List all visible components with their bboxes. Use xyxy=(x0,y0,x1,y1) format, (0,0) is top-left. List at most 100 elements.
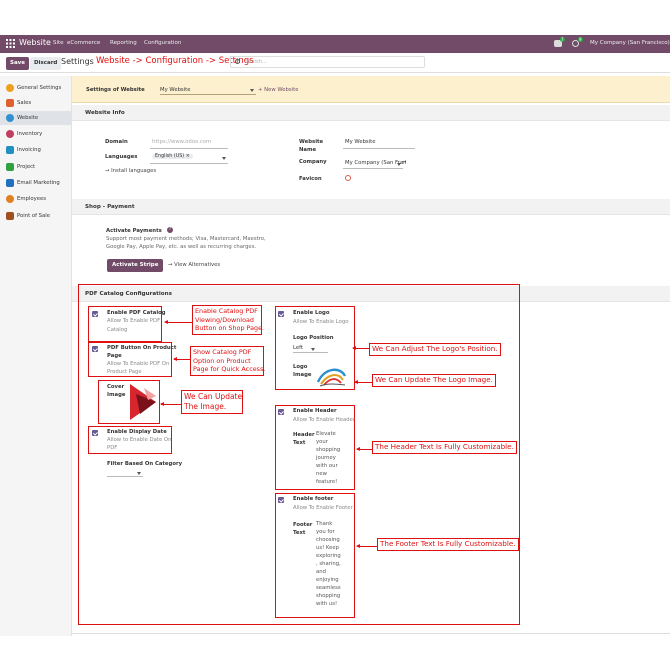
website-selector-label: Settings of Website xyxy=(86,87,145,93)
website-select-value: My Website xyxy=(160,87,191,93)
enable-logo-label: Enable Logo xyxy=(293,310,330,316)
annotation-logo-image: We Can Update The Logo Image. xyxy=(372,374,496,387)
website-name-input[interactable]: My Website xyxy=(345,139,376,145)
sidebar-item-sales[interactable]: Sales xyxy=(0,96,72,110)
control-panel: Save Discard Settings Website -> Configu… xyxy=(0,53,670,73)
help-icon[interactable]: ? xyxy=(167,227,173,233)
install-languages-link[interactable]: → Install languages xyxy=(105,168,156,174)
logo-image-thumbnail[interactable] xyxy=(314,362,348,388)
page-bottom-divider xyxy=(72,633,670,634)
enable-footer-checkbox[interactable] xyxy=(278,497,284,503)
company-external-link-icon[interactable]: → xyxy=(402,159,406,165)
inventory-icon xyxy=(6,130,14,138)
annotation-footer: The Footer Text Is Fully Customizable. xyxy=(377,538,519,551)
domain-input[interactable]: https://www.odoo.com xyxy=(152,139,211,145)
app-name[interactable]: Website xyxy=(19,38,51,47)
sidebar-item-employees[interactable]: Employees xyxy=(0,192,72,206)
save-button[interactable]: Save xyxy=(6,57,29,70)
top-navbar: Website Site eCommerce Reporting Configu… xyxy=(0,35,670,53)
view-alternatives-link[interactable]: → View Alternatives xyxy=(168,262,220,268)
sidebar-item-website[interactable]: Website xyxy=(0,111,72,125)
enable-catalog-desc-2: Catalog xyxy=(107,327,128,333)
sidebar-item-label: Point of Sale xyxy=(17,213,50,219)
annotation-arrow xyxy=(173,357,190,361)
activate-stripe-button[interactable]: Activate Stripe xyxy=(107,259,164,272)
enable-footer-label: Enable footer xyxy=(293,496,334,502)
display-date-checkbox[interactable] xyxy=(92,430,98,436)
annotation-line: Viewing/Download xyxy=(195,315,254,324)
footer-text-field[interactable]: Thank you for choosing us! Keep explorin… xyxy=(316,520,350,608)
project-icon xyxy=(6,163,14,171)
activity-badge: 9 xyxy=(578,37,583,42)
language-tag[interactable]: English (US) × xyxy=(152,154,193,159)
sidebar-item-invoicing[interactable]: Invoicing xyxy=(0,143,72,157)
sidebar-item-label: Email Marketing xyxy=(17,180,60,186)
display-date-desc-1: Allow to Enable Date On xyxy=(107,437,172,443)
pdf-button-label-1: PDF Button On Product xyxy=(107,345,177,351)
footer-text-label-2: Text xyxy=(293,530,306,536)
enable-catalog-checkbox[interactable] xyxy=(92,311,98,317)
annotation-header: The Header Text Is Fully Customizable. xyxy=(372,441,517,454)
pdf-button-desc-2: Product Page xyxy=(107,369,142,375)
text-line: shopping xyxy=(316,447,341,453)
annotation-line: Button on Shop Page. xyxy=(195,324,265,332)
point-of-sale-icon xyxy=(6,212,14,220)
text-line: shopping xyxy=(316,593,341,599)
header-text-field[interactable]: Elevate your shopping journey with our n… xyxy=(316,430,348,486)
sidebar-item-general-settings[interactable]: General Settings xyxy=(0,81,72,95)
annotation-arrow xyxy=(160,402,181,406)
domain-label: Domain xyxy=(105,139,128,145)
sidebar-item-inventory[interactable]: Inventory xyxy=(0,127,72,141)
sidebar-item-email-marketing[interactable]: Email Marketing xyxy=(0,176,72,190)
sidebar-item-label: Website xyxy=(17,115,39,121)
sidebar-item-label: General Settings xyxy=(17,85,62,91)
menu-site[interactable]: Site xyxy=(53,40,64,46)
text-line: new xyxy=(316,471,327,477)
sidebar-item-label: Project xyxy=(17,164,36,170)
text-line: with us! xyxy=(316,601,338,607)
breadcrumb-settings: Settings xyxy=(61,57,94,66)
menu-reporting[interactable]: Reporting xyxy=(110,40,137,46)
sidebar-item-project[interactable]: Project xyxy=(0,160,72,174)
text-line: exploring xyxy=(316,553,341,559)
company-chevron-icon[interactable] xyxy=(397,163,401,166)
annotation-line: Show Catalog PDF xyxy=(193,348,252,356)
annotation-line: Option on Product xyxy=(193,356,251,365)
section-header-shop-payment: Shop - Payment xyxy=(72,199,670,215)
search-box[interactable]: Search... xyxy=(230,56,425,68)
pdf-button-checkbox[interactable] xyxy=(92,346,98,352)
enable-catalog-desc-1: Allow To Enable PDF xyxy=(107,318,161,324)
text-line: seamless xyxy=(316,585,341,591)
text-line: feature! xyxy=(316,479,338,485)
languages-dropdown-chevron-icon[interactable] xyxy=(222,157,226,160)
favicon-image[interactable] xyxy=(345,175,351,181)
enable-logo-checkbox[interactable] xyxy=(278,311,284,317)
annotation-line: We Can Update xyxy=(184,392,243,401)
menu-configuration[interactable]: Configuration xyxy=(144,40,181,46)
apps-menu-icon[interactable] xyxy=(6,39,15,48)
search-icon xyxy=(235,59,240,64)
menu-ecommerce[interactable]: eCommerce xyxy=(67,40,100,46)
website-select[interactable]: My Website xyxy=(160,85,256,95)
company-label: Company xyxy=(299,159,327,165)
text-line: you for xyxy=(316,529,335,535)
new-website-link[interactable]: + New Website xyxy=(258,87,298,93)
sidebar-item-point-of-sale[interactable]: Point of Sale xyxy=(0,209,72,223)
text-line: journey xyxy=(316,455,336,461)
annotation-cover: We Can Update The Image. xyxy=(181,390,243,414)
enable-logo-desc: Allow To Enable Logo xyxy=(293,319,349,325)
section-header-website-info: Website Info xyxy=(72,105,670,121)
enable-header-label: Enable Header xyxy=(293,408,337,414)
discard-button[interactable]: Discard xyxy=(30,57,62,70)
company-underline xyxy=(343,168,403,169)
company-switcher[interactable]: My Company (San Francisco) xyxy=(590,40,670,46)
enable-header-checkbox[interactable] xyxy=(278,409,284,415)
remove-tag-icon[interactable]: × xyxy=(186,154,190,159)
logo-image-label-1: Logo xyxy=(293,364,308,370)
text-line: choosing xyxy=(316,537,340,543)
annotation-arrow xyxy=(356,447,372,451)
languages-underline xyxy=(150,163,228,164)
cover-image-thumbnail[interactable] xyxy=(128,382,158,422)
logo-position-select[interactable]: Left xyxy=(293,344,328,353)
filter-category-select[interactable] xyxy=(107,470,143,477)
